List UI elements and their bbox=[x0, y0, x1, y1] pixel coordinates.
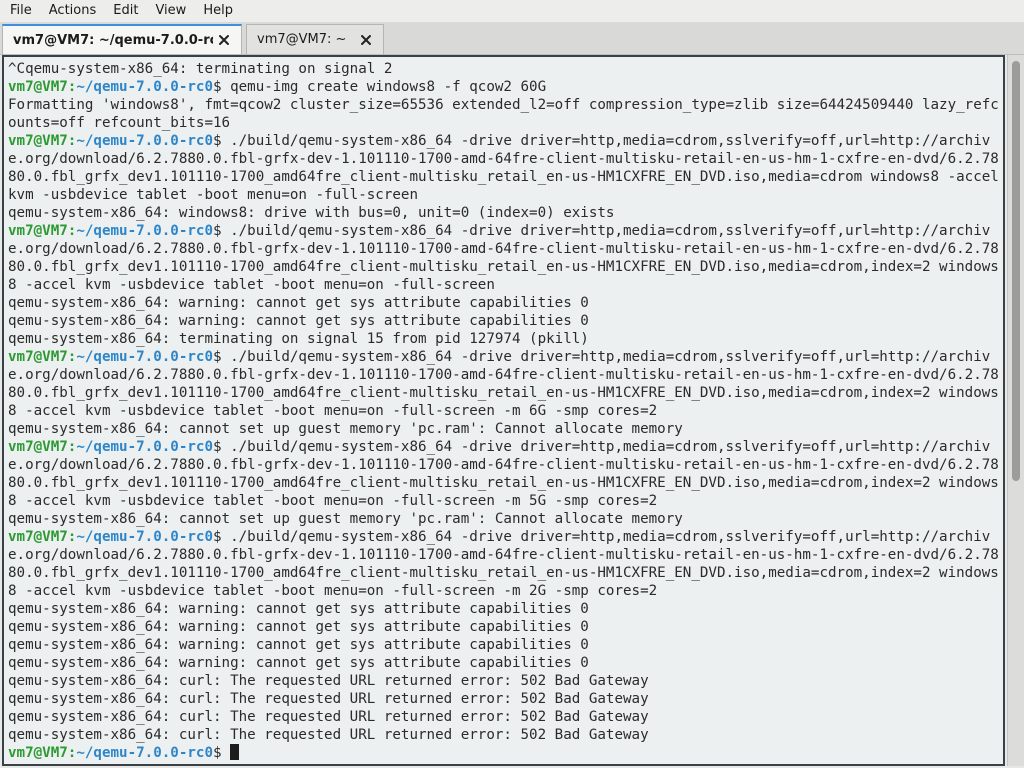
terminal-output-line: qemu-system-x86_64: cannot set up guest … bbox=[8, 511, 683, 527]
tab-bar: vm7@VM7: ~/qemu-7.0.0-rc0 vm7@VM7: ~ bbox=[0, 22, 1024, 55]
prompt-symbol: $ bbox=[213, 133, 222, 149]
menu-edit[interactable]: Edit bbox=[103, 0, 145, 22]
terminal-output-line: qemu-system-x86_64: curl: The requested … bbox=[8, 709, 649, 725]
terminal-output-line: qemu-system-x86_64: warning: cannot get … bbox=[8, 313, 589, 329]
terminal-output-area[interactable]: ^Cqemu-system-x86_64: terminating on sig… bbox=[2, 55, 1005, 766]
terminal-output-line: qemu-system-x86_64: terminating on signa… bbox=[8, 331, 589, 347]
prompt-path: ~/qemu-7.0.0-rc0 bbox=[76, 745, 214, 761]
prompt-user: vm7@VM7: bbox=[8, 133, 77, 149]
menu-view[interactable]: View bbox=[145, 0, 193, 22]
prompt-user: vm7@VM7: bbox=[8, 745, 77, 761]
terminal-output-line: qemu-system-x86_64: curl: The requested … bbox=[8, 727, 649, 743]
terminal-output-line: Formatting 'windows8', fmt=qcow2 cluster… bbox=[8, 97, 999, 131]
terminal-command-line: vm7@VM7:~/qemu-7.0.0-rc0$ ./build/qemu-s… bbox=[8, 438, 1003, 510]
terminal-output-line: qemu-system-x86_64: cannot set up guest … bbox=[8, 421, 683, 437]
terminal-text: ^Cqemu-system-x86_64: terminating on sig… bbox=[8, 60, 1003, 762]
terminal-output-line: qemu-system-x86_64: curl: The requested … bbox=[8, 691, 649, 707]
terminal-command-line: vm7@VM7:~/qemu-7.0.0-rc0$ bbox=[8, 744, 1003, 762]
prompt-symbol: $ bbox=[213, 529, 222, 545]
tab-qemu[interactable]: vm7@VM7: ~/qemu-7.0.0-rc0 bbox=[2, 24, 242, 54]
terminal-output-line: qemu-system-x86_64: warning: cannot get … bbox=[8, 619, 589, 635]
terminal-output-line: ^Cqemu-system-x86_64: terminating on sig… bbox=[8, 61, 393, 77]
text-cursor bbox=[230, 744, 240, 760]
command-text bbox=[222, 745, 231, 761]
prompt-user: vm7@VM7: bbox=[8, 79, 77, 95]
terminal-command-line: vm7@VM7:~/qemu-7.0.0-rc0$ ./build/qemu-s… bbox=[8, 348, 1003, 420]
menu-help[interactable]: Help bbox=[193, 0, 240, 22]
terminal-output-line: qemu-system-x86_64: warning: cannot get … bbox=[8, 655, 589, 671]
prompt-symbol: $ bbox=[213, 439, 222, 455]
vertical-scrollbar[interactable] bbox=[1007, 55, 1024, 766]
terminal-command-line: vm7@VM7:~/qemu-7.0.0-rc0$ ./build/qemu-s… bbox=[8, 132, 1003, 204]
menu-bar: File Actions Edit View Help bbox=[0, 0, 1024, 22]
prompt-path: ~/qemu-7.0.0-rc0 bbox=[76, 529, 214, 545]
terminal-command-line: vm7@VM7:~/qemu-7.0.0-rc0$ ./build/qemu-s… bbox=[8, 528, 1003, 600]
prompt-path: ~/qemu-7.0.0-rc0 bbox=[76, 133, 214, 149]
terminal-output-line: qemu-system-x86_64: warning: cannot get … bbox=[8, 295, 589, 311]
close-icon[interactable] bbox=[213, 29, 235, 51]
prompt-symbol: $ bbox=[213, 79, 222, 95]
terminal-command-line: vm7@VM7:~/qemu-7.0.0-rc0$ qemu-img creat… bbox=[8, 78, 1003, 96]
terminal-command-line: vm7@VM7:~/qemu-7.0.0-rc0$ ./build/qemu-s… bbox=[8, 222, 1003, 294]
command-text: qemu-img create windows8 -f qcow2 60G bbox=[221, 79, 547, 95]
prompt-symbol: $ bbox=[213, 349, 222, 365]
menu-actions[interactable]: Actions bbox=[39, 0, 104, 22]
tab-label: vm7@VM7: ~/qemu-7.0.0-rc0 bbox=[13, 32, 213, 48]
close-icon[interactable] bbox=[355, 29, 377, 51]
prompt-symbol: $ bbox=[213, 223, 222, 239]
prompt-user: vm7@VM7: bbox=[8, 349, 77, 365]
prompt-symbol: $ bbox=[213, 745, 222, 761]
prompt-path: ~/qemu-7.0.0-rc0 bbox=[76, 79, 214, 95]
prompt-path: ~/qemu-7.0.0-rc0 bbox=[76, 349, 214, 365]
tab-home[interactable]: vm7@VM7: ~ bbox=[246, 24, 384, 54]
prompt-path: ~/qemu-7.0.0-rc0 bbox=[76, 439, 214, 455]
prompt-user: vm7@VM7: bbox=[8, 439, 77, 455]
prompt-path: ~/qemu-7.0.0-rc0 bbox=[76, 223, 214, 239]
terminal-output-line: qemu-system-x86_64: warning: cannot get … bbox=[8, 637, 589, 653]
terminal-window: File Actions Edit View Help vm7@VM7: ~/q… bbox=[0, 0, 1024, 768]
terminal-output-line: qemu-system-x86_64: warning: cannot get … bbox=[8, 601, 589, 617]
menu-file[interactable]: File bbox=[0, 0, 39, 22]
tab-label: vm7@VM7: ~ bbox=[257, 32, 347, 47]
scrollbar-thumb[interactable] bbox=[1012, 61, 1020, 481]
prompt-user: vm7@VM7: bbox=[8, 529, 77, 545]
prompt-user: vm7@VM7: bbox=[8, 223, 77, 239]
terminal-output-line: qemu-system-x86_64: curl: The requested … bbox=[8, 673, 649, 689]
terminal-output-line: qemu-system-x86_64: windows8: drive with… bbox=[8, 205, 615, 221]
